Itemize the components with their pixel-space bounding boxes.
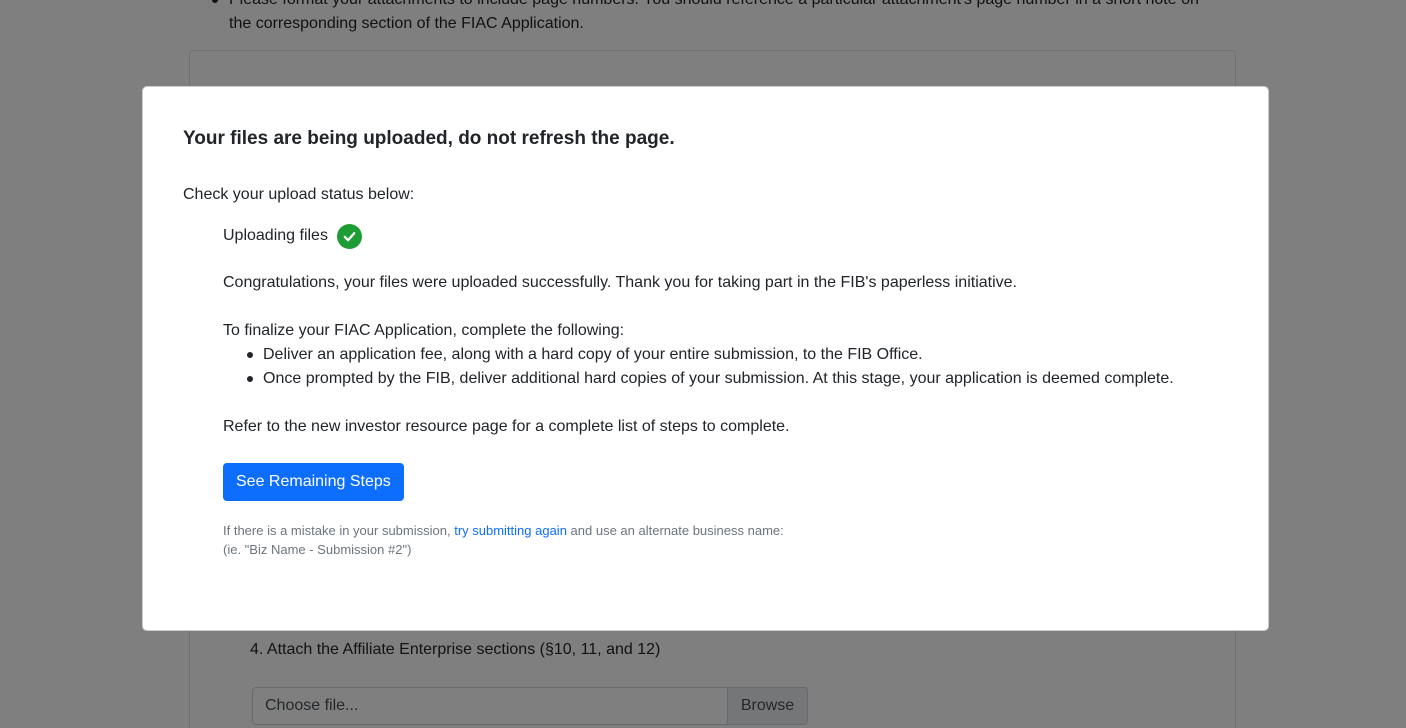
- see-remaining-steps-button[interactable]: See Remaining Steps: [223, 463, 404, 501]
- success-message: Congratulations, your files were uploade…: [223, 274, 1017, 291]
- remaining-steps-list: Deliver an application fee, along with a…: [223, 343, 1233, 391]
- status-intro: Check your upload status below:: [183, 186, 415, 203]
- resubmit-example: (ie. "Biz Name - Submission #2"): [223, 542, 412, 557]
- upload-status-row: Uploading files: [223, 223, 1233, 249]
- finalize-intro: To finalize your FIAC Application, compl…: [223, 322, 625, 339]
- try-submitting-again-link[interactable]: try submitting again: [454, 523, 567, 538]
- list-item: Once prompted by the FIB, deliver additi…: [243, 367, 1233, 391]
- list-item: Deliver an application fee, along with a…: [243, 343, 1233, 367]
- upload-status-label: Uploading files: [223, 227, 328, 244]
- modal-title: Your files are being uploaded, do not re…: [183, 128, 675, 149]
- upload-status-block: Uploading files Congratulations, your fi…: [223, 223, 1233, 559]
- resubmit-note-prefix: If there is a mistake in your submission…: [223, 523, 455, 538]
- upload-modal: Your files are being uploaded, do not re…: [142, 86, 1269, 631]
- resubmit-note-suffix: and use an alternate business name:: [566, 523, 784, 538]
- resubmit-note: If there is a mistake in your submission…: [223, 521, 1233, 559]
- check-circle-icon: [336, 223, 362, 249]
- resource-page-note: Refer to the new investor resource page …: [223, 418, 790, 435]
